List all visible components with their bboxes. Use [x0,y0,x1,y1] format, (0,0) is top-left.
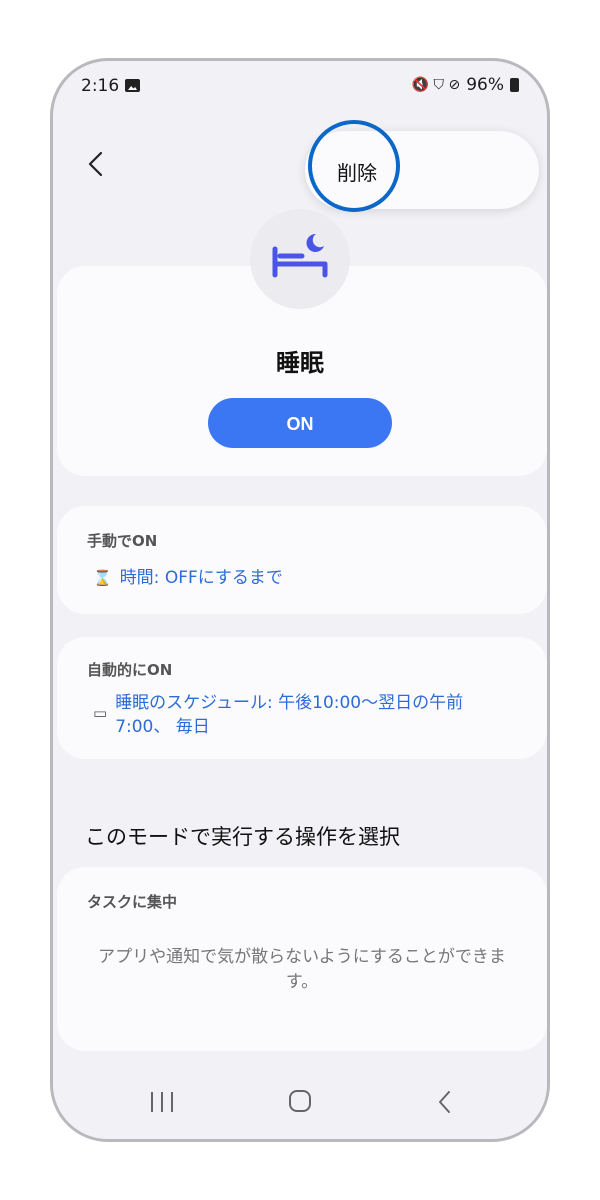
nav-back-button[interactable] [433,1089,457,1115]
manual-on-label: 手動でON [87,532,158,550]
status-right: 🔇 ⛉ ⊘ 96% [412,75,519,95]
sleep-schedule-text: 睡眠のスケジュール: 午後10:00〜翌日の午前7:00、 毎日 [115,693,464,737]
navigation-bar [53,1065,547,1139]
mode-on-toggle-button[interactable]: ON [208,398,392,448]
auto-on-card[interactable]: 自動的にON ▭ 睡眠のスケジュール: 午後10:00〜翌日の午前7:00、 毎… [57,637,547,759]
status-time: 2:16 [81,76,120,96]
manual-duration-text: 時間: OFFにするまで [119,568,283,588]
bed-moon-icon [272,233,328,278]
chevron-left-icon [88,151,103,177]
mode-icon-container [250,209,350,309]
focus-task-description: アプリや通知で気が散らないようにすることができます。 [98,947,506,992]
hourglass-icon: ⌛ [93,569,112,587]
manual-duration-link[interactable]: ⌛ 時間: OFFにするまで [93,566,283,590]
focus-task-card[interactable]: タスクに集中 アプリや通知で気が散らないようにすることができます。 [57,867,547,1051]
actions-section-title: このモードで実行する操作を選択 [85,825,400,849]
focus-task-title: タスクに集中 [87,893,178,911]
status-bar: 2:16 🔇 ⛉ ⊘ 96% [53,61,547,113]
back-button[interactable] [81,149,111,179]
calendar-icon: ▭ [93,704,108,722]
battery-percent: 96% [466,75,504,95]
mode-title: 睡眠 [276,349,324,377]
manual-on-card[interactable]: 手動でON ⌛ 時間: OFFにするまで [57,506,547,614]
gallery-notification-icon [125,79,140,92]
delete-menu-item[interactable]: 削除 [337,157,377,186]
overflow-popup-menu: 削除 [305,131,539,209]
nav-back-icon [439,1091,450,1113]
home-button[interactable] [289,1090,311,1112]
battery-icon [510,78,519,92]
phone-screen: 2:16 🔇 ⛉ ⊘ 96% 睡眠 ON 手動でON ⌛ 時間: OFFにするま… [50,58,550,1142]
sleep-schedule-link[interactable]: ▭ 睡眠のスケジュール: 午後10:00〜翌日の午前7:00、 毎日 [93,691,513,739]
auto-on-label: 自動的にON [87,661,173,679]
recent-apps-button[interactable] [151,1092,173,1112]
status-icons: 🔇 ⛉ ⊘ [411,77,461,93]
